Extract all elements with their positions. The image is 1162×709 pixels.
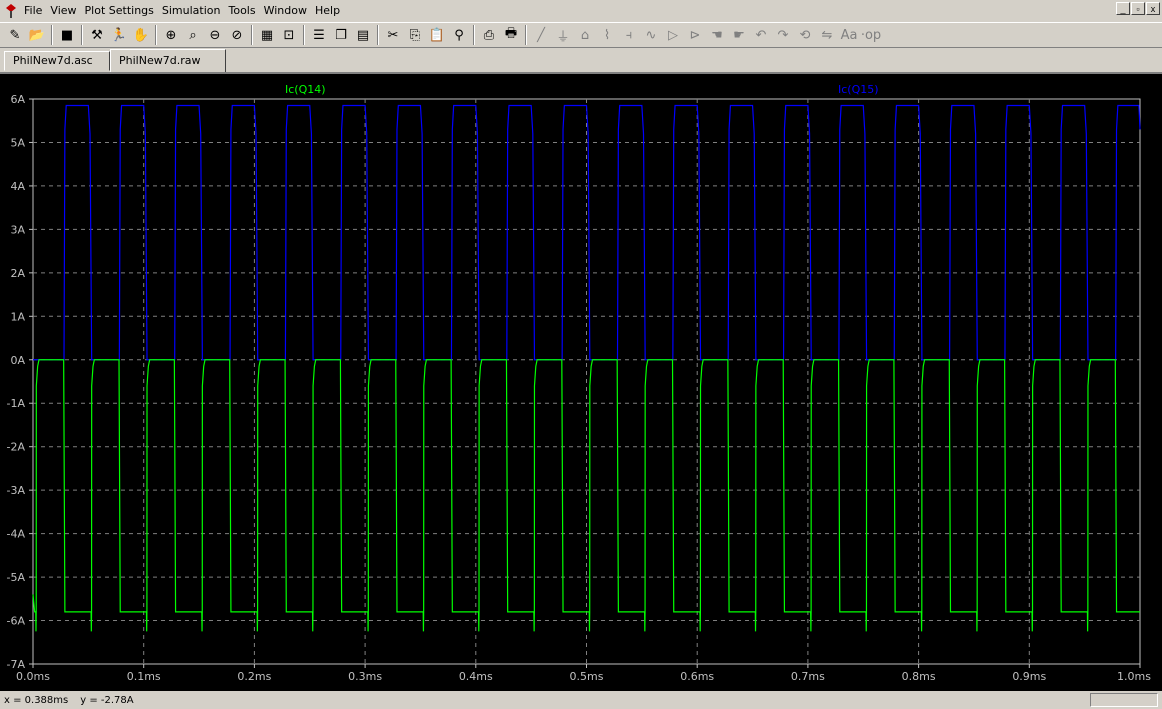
copy-icon[interactable]: ⎘ (404, 24, 426, 46)
menu-bar: File View Plot Settings Simulation Tools… (0, 0, 1162, 22)
close-button[interactable]: x (1146, 2, 1160, 15)
minimize-button[interactable]: _ (1116, 2, 1130, 15)
tab-waveform[interactable]: PhilNew7d.raw (110, 49, 226, 72)
text-icon[interactable]: Aa (838, 24, 860, 46)
zoom-in-icon[interactable]: ⊕ (160, 24, 182, 46)
window-controls: _ ▫ x (1116, 2, 1160, 15)
app-icon[interactable] (2, 2, 20, 20)
menu-view[interactable]: View (46, 1, 80, 21)
x-tick-label: 0.9ms (1012, 670, 1046, 683)
move-icon[interactable]: ☚ (706, 24, 728, 46)
y-tick-label: 1A (10, 310, 25, 323)
print-icon[interactable]: 🖶 (500, 24, 522, 46)
tile-vertical-icon[interactable]: ▤ (352, 24, 374, 46)
mirror-icon[interactable]: ⇋ (816, 24, 838, 46)
waveform-plot-pane[interactable]: 6A 5A 4A 3A 2A 1A 0A -1A -2A -3A -4A -5A -6A -7A 0.0ms… (0, 72, 1162, 691)
tile-horizontal-icon[interactable]: ☰ (308, 24, 330, 46)
resistor-icon[interactable]: ⌇ (596, 24, 618, 46)
new-schematic-icon[interactable]: ✎ (4, 24, 26, 46)
cursor-y-readout: y = -2.78A (80, 694, 134, 706)
toolbar-separator (81, 25, 83, 45)
status-panel (1090, 693, 1158, 707)
x-tick-label: 0.6ms (680, 670, 714, 683)
y-tick-label: 0A (10, 354, 25, 367)
label-icon[interactable]: ⌂ (574, 24, 596, 46)
toolbar: ✎ 📂 ■ ⚒ 🏃 ✋ ⊕ ⌕ ⊖ ⊘ ▦ ⊡ ☰ ❐ ▤ ✂ ⎘ 📋 ⚲ ⎙ 🖶 ╱ ⏚ ⌂ ⌇ ⫞ ∿ ▷ ⊳ ☚ ☛ ↶ ↷ ⟲ ⇋ Aa ·op (0, 22, 1162, 48)
x-tick-label: 0.5ms (570, 670, 604, 683)
wire-icon[interactable]: ╱ (530, 24, 552, 46)
toolbar-separator (473, 25, 475, 45)
control-panel-icon[interactable]: ⚒ (86, 24, 108, 46)
inductor-icon[interactable]: ∿ (640, 24, 662, 46)
y-tick-label: 5A (10, 136, 25, 149)
y-tick-label: -6A (7, 615, 26, 628)
tab-bar: PhilNew7d.asc PhilNew7d.raw (0, 49, 1162, 72)
menu-plot-settings[interactable]: Plot Settings (81, 1, 158, 21)
save-icon[interactable]: ■ (56, 24, 78, 46)
redo-icon[interactable]: ↷ (772, 24, 794, 46)
tab-schematic[interactable]: PhilNew7d.asc (4, 51, 110, 71)
x-tick-label: 0.1ms (127, 670, 161, 683)
diode-icon[interactable]: ▷ (662, 24, 684, 46)
x-tick-label: 0.0ms (16, 670, 50, 683)
y-tick-label: -4A (7, 528, 26, 541)
open-icon[interactable]: 📂 (26, 24, 48, 46)
menu-window[interactable]: Window (260, 1, 311, 21)
menu-simulation[interactable]: Simulation (158, 1, 225, 21)
trace-label-ic-q15[interactable]: Ic(Q15) (838, 83, 879, 96)
y-tick-label: 3A (10, 223, 25, 236)
cascade-icon[interactable]: ❐ (330, 24, 352, 46)
status-bar: x = 0.388ms y = -2.78A (0, 691, 1162, 709)
drag-icon[interactable]: ☛ (728, 24, 750, 46)
x-tick-label: 0.3ms (348, 670, 382, 683)
x-tick-label: 0.8ms (902, 670, 936, 683)
halt-icon[interactable]: ✋ (130, 24, 152, 46)
trace-ic-q15[interactable] (33, 104, 1141, 361)
menu-file[interactable]: File (20, 1, 46, 21)
toolbar-separator (525, 25, 527, 45)
paste-icon[interactable]: 📋 (426, 24, 448, 46)
trace-label-ic-q14[interactable]: Ic(Q14) (285, 83, 326, 96)
spice-directive-icon[interactable]: ·op (860, 24, 882, 46)
y-tick-label: -5A (7, 571, 26, 584)
cursor-x-readout: x = 0.388ms (4, 694, 69, 706)
capacitor-icon[interactable]: ⫞ (618, 24, 640, 46)
y-tick-label: 4A (10, 180, 25, 193)
ground-icon[interactable]: ⏚ (552, 24, 574, 46)
x-tick-label: 0.7ms (791, 670, 825, 683)
x-tick-label: 0.2ms (237, 670, 271, 683)
toolbar-separator (251, 25, 253, 45)
autorange-icon[interactable]: ▦ (256, 24, 278, 46)
toolbar-separator (303, 25, 305, 45)
zoom-area-icon[interactable]: ⌕ (182, 24, 204, 46)
menu-help[interactable]: Help (311, 1, 344, 21)
cut-icon[interactable]: ✂ (382, 24, 404, 46)
toolbar-separator (155, 25, 157, 45)
restore-button[interactable]: ▫ (1131, 2, 1145, 15)
print-preview-icon[interactable]: ⎙ (478, 24, 500, 46)
y-tick-label: 2A (10, 267, 25, 280)
rotate-icon[interactable]: ⟲ (794, 24, 816, 46)
y-tick-label: -2A (7, 441, 26, 454)
x-tick-label: 0.4ms (459, 670, 493, 683)
y-tick-label: -3A (7, 484, 26, 497)
x-tick-label: 1.0ms (1117, 670, 1151, 683)
component-icon[interactable]: ⊳ (684, 24, 706, 46)
mark-icon[interactable]: ⊡ (278, 24, 300, 46)
undo-icon[interactable]: ↶ (750, 24, 772, 46)
zoom-out-icon[interactable]: ⊖ (204, 24, 226, 46)
toolbar-separator (377, 25, 379, 45)
run-icon[interactable]: 🏃 (108, 24, 130, 46)
waveform-chart[interactable]: 6A5A4A3A2A1A0A-1A-2A-3A-4A-5A-6A-7A0.0ms… (0, 74, 1162, 693)
y-tick-label: -1A (7, 397, 26, 410)
find-icon[interactable]: ⚲ (448, 24, 470, 46)
zoom-cancel-icon[interactable]: ⊘ (226, 24, 248, 46)
toolbar-separator (51, 25, 53, 45)
menu-tools[interactable]: Tools (224, 1, 259, 21)
y-tick-label: 6A (10, 93, 25, 106)
